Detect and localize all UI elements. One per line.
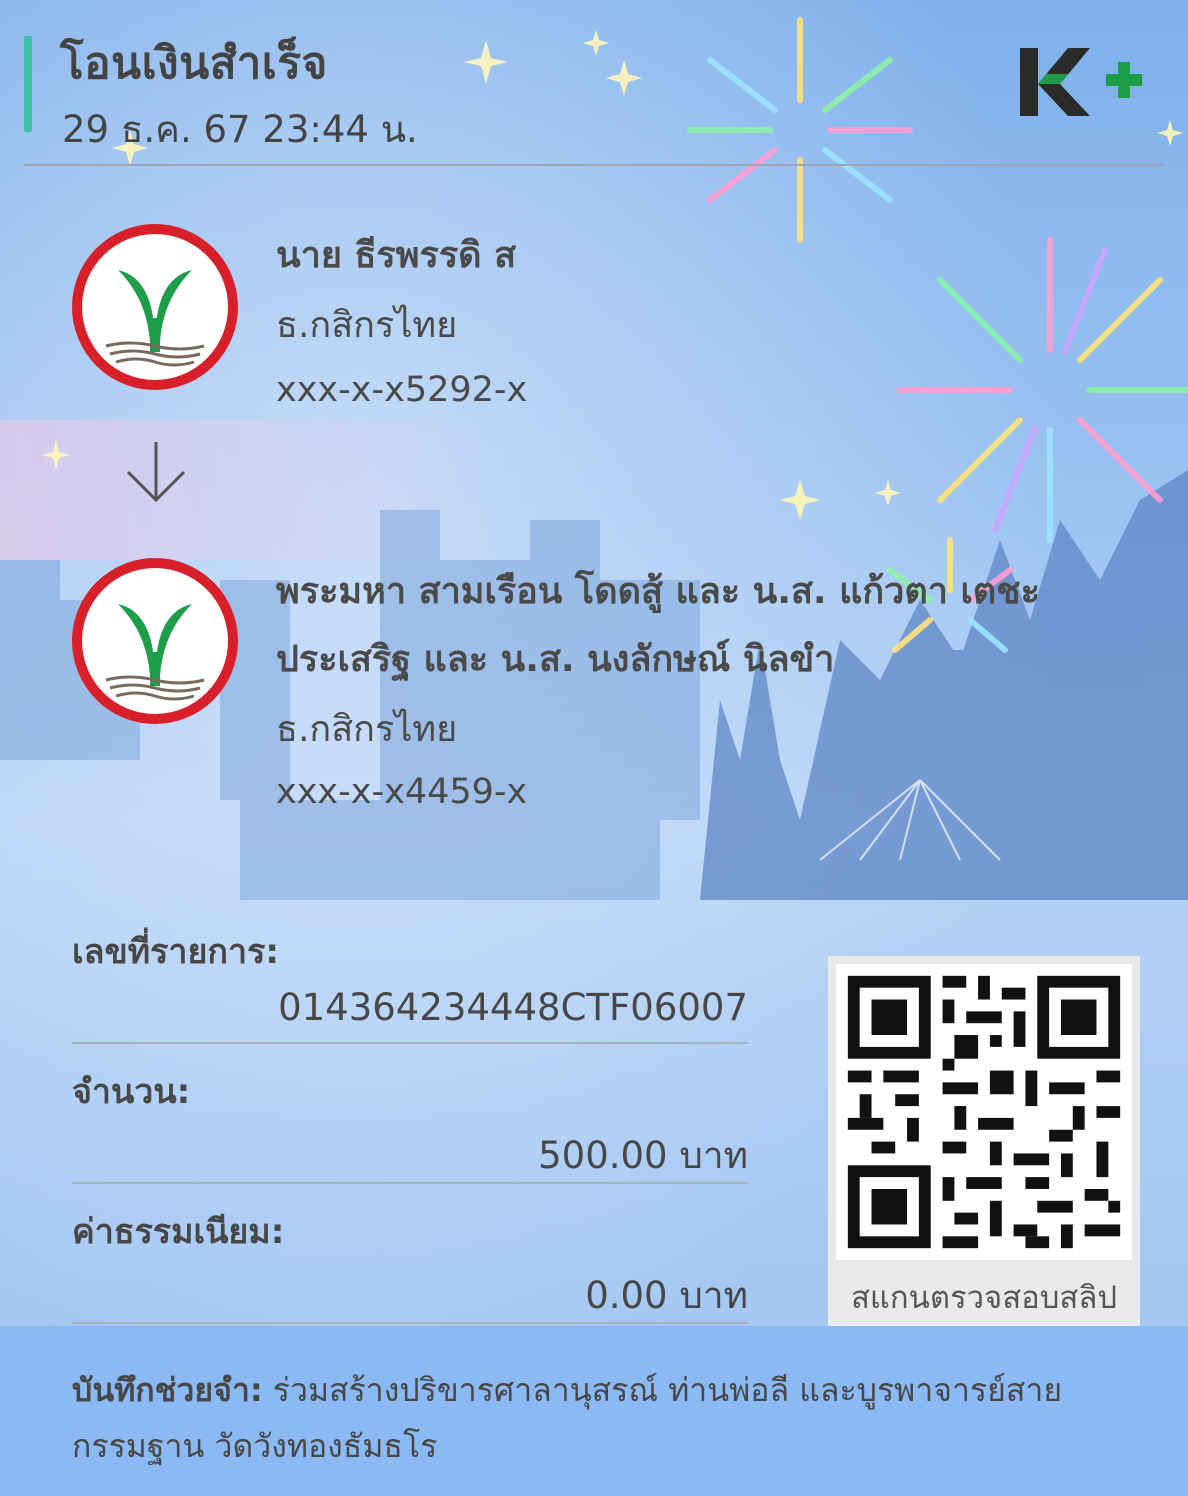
divider [72, 1182, 748, 1184]
receiver-name-line2: ประเสริฐ และ น.ส. นงลักษณ์ นิลขำ [276, 639, 835, 680]
amount-value: 500.00 บาท [538, 1134, 748, 1177]
sender-name: นาย ธีรพรรดิ ส [276, 235, 517, 276]
memo-label: บันทึกช่วยจำ: [72, 1371, 263, 1409]
receiver-bank: ธ.กสิกรไทย [276, 709, 458, 750]
header-divider [24, 164, 1164, 166]
sender-account: xxx-x-x5292-x [276, 370, 528, 410]
sender-bank: ธ.กสิกรไทย [276, 305, 458, 346]
page-title: โอนเงินสำเร็จ [60, 38, 328, 89]
fee-label: ค่าธรรมเนียม: [72, 1212, 285, 1252]
kplus-logo [1020, 48, 1142, 116]
divider [72, 1322, 748, 1324]
receiver-account: xxx-x-x4459-x [276, 772, 528, 812]
qr-caption: สแกนตรวจสอบสลิป [850, 1280, 1118, 1316]
reference-label: เลขที่รายการ: [72, 932, 279, 972]
divider [72, 1042, 748, 1044]
qr-code-icon [836, 964, 1132, 1260]
qr-panel[interactable]: สแกนตรวจสอบสลิป [828, 956, 1140, 1328]
memo: บันทึกช่วยจำ: ร่วมสร้างปริขารศาลานุสรณ์ … [72, 1362, 1132, 1474]
kbank-logo-icon [72, 224, 238, 390]
kbank-logo-icon [72, 558, 238, 724]
arrow-down-icon [126, 442, 186, 503]
amount-label: จำนวน: [72, 1072, 191, 1112]
receiver-name-line1: พระมหา สามเรือน โดดสู้ และ น.ส. แก้วตา เ… [276, 571, 1040, 612]
reference-number: 014364234448CTF06007 [278, 986, 748, 1029]
transaction-datetime: 29 ธ.ค. 67 23:44 น. [62, 108, 418, 151]
qr-code[interactable] [836, 964, 1132, 1260]
title-accent-bar [24, 36, 32, 132]
fee-value: 0.00 บาท [585, 1274, 748, 1317]
